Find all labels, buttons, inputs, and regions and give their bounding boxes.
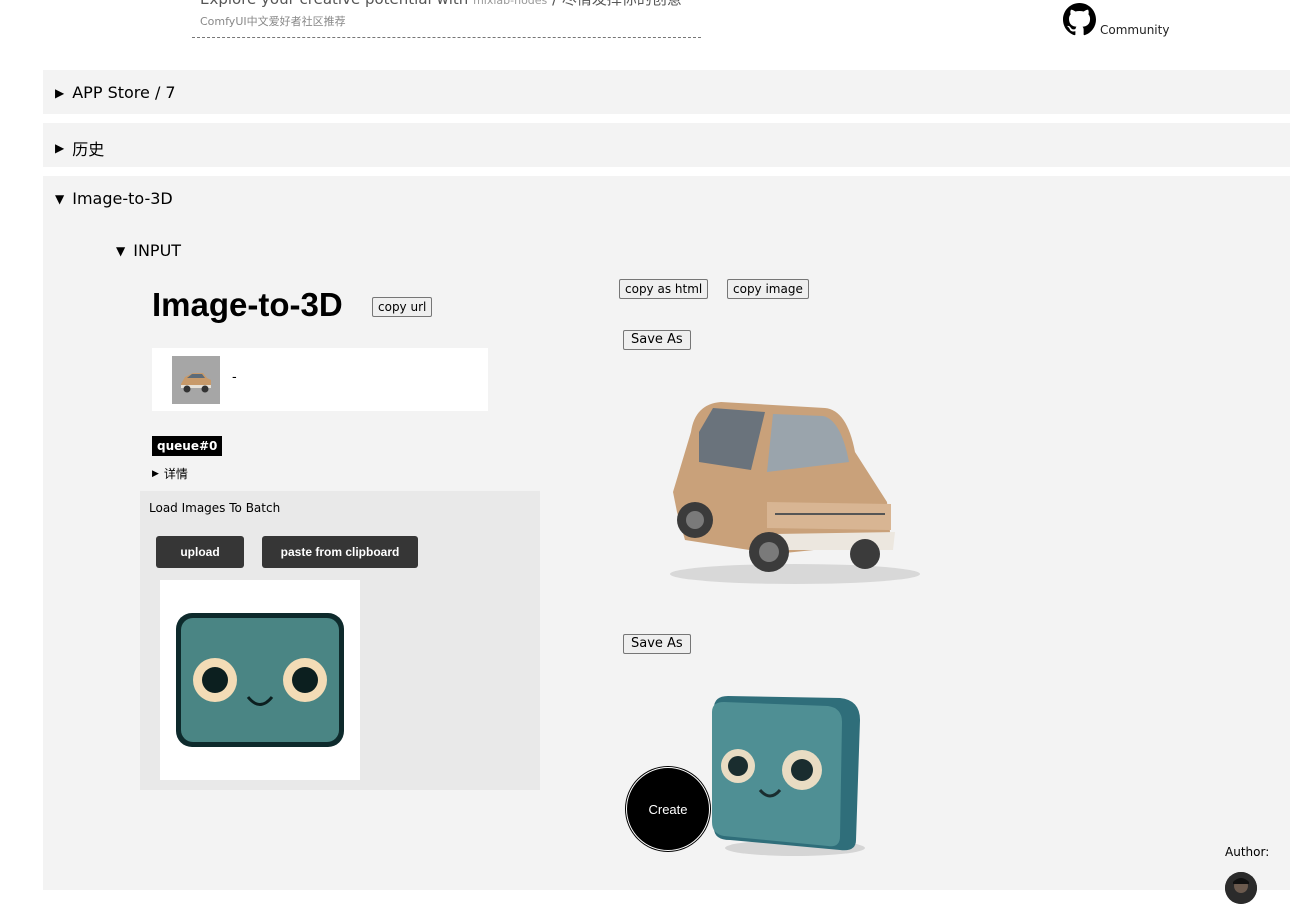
thumbnail-caption: - xyxy=(232,370,237,385)
app-thumbnail-card: - xyxy=(152,348,488,411)
community-link[interactable]: Community xyxy=(1100,23,1169,37)
expanded-triangle-icon: ▼ xyxy=(116,243,126,258)
input-section-toggle[interactable]: ▼ INPUT xyxy=(116,241,181,260)
history-panel: ▶ 历史 xyxy=(43,123,1290,167)
copy-as-html-button[interactable]: copy as html xyxy=(619,279,709,299)
details-toggle[interactable]: ▶ 详情 xyxy=(152,465,188,482)
author-avatar[interactable] xyxy=(1225,872,1257,904)
upload-button[interactable]: upload xyxy=(156,536,244,568)
author-label: Author: xyxy=(1225,845,1270,859)
copy-image-button[interactable]: copy image xyxy=(727,279,809,299)
save-as-button[interactable]: Save As xyxy=(623,634,691,654)
tagline-prefix: Explore your creative potential with xyxy=(200,0,468,8)
collapsed-triangle-icon: ▶ xyxy=(55,141,65,155)
app-title: Image-to-3D xyxy=(152,286,343,323)
car-thumbnail-image xyxy=(172,356,220,404)
queue-badge: queue#0 xyxy=(152,436,223,456)
history-toggle[interactable]: ▶ 历史 xyxy=(55,136,104,160)
app-store-label: APP Store / 7 xyxy=(72,83,176,102)
history-label: 历史 xyxy=(72,140,105,159)
header-divider xyxy=(192,37,701,38)
app-store-toggle[interactable]: ▶ APP Store / 7 xyxy=(55,83,176,102)
copy-url-button[interactable]: copy url xyxy=(372,297,433,317)
load-images-panel: Load Images To Batch upload paste from c… xyxy=(140,491,540,790)
github-icon[interactable] xyxy=(1063,3,1096,36)
car-3d-output-image xyxy=(655,392,925,592)
input-label: INPUT xyxy=(133,241,182,260)
uploaded-image-preview xyxy=(160,580,360,780)
image-to-3d-toggle[interactable]: ▼ Image-to-3D xyxy=(55,189,173,208)
tagline-cn: / 尽情发挥你的创意 xyxy=(552,0,682,8)
expanded-triangle-icon: ▼ xyxy=(55,191,65,206)
header-subtitle: ComfyUI中文爱好者社区推荐 xyxy=(200,15,346,28)
details-label: 详情 xyxy=(163,467,188,481)
header-tagline: Explore your creative potential with mix… xyxy=(200,0,682,9)
image-to-3d-label: Image-to-3D xyxy=(72,189,173,208)
load-images-title: Load Images To Batch xyxy=(149,501,281,515)
tagline-nodes-link[interactable]: mixlab-nodes xyxy=(473,0,547,7)
collapsed-triangle-icon: ▶ xyxy=(55,85,65,100)
paste-clipboard-button[interactable]: paste from clipboard xyxy=(262,536,418,568)
create-button[interactable]: Create xyxy=(626,767,710,851)
app-store-panel: ▶ APP Store / 7 xyxy=(43,70,1290,114)
collapsed-triangle-icon: ▶ xyxy=(152,468,159,479)
save-as-button[interactable]: Save As xyxy=(623,330,691,350)
box-character-3d-output-image xyxy=(700,690,870,860)
